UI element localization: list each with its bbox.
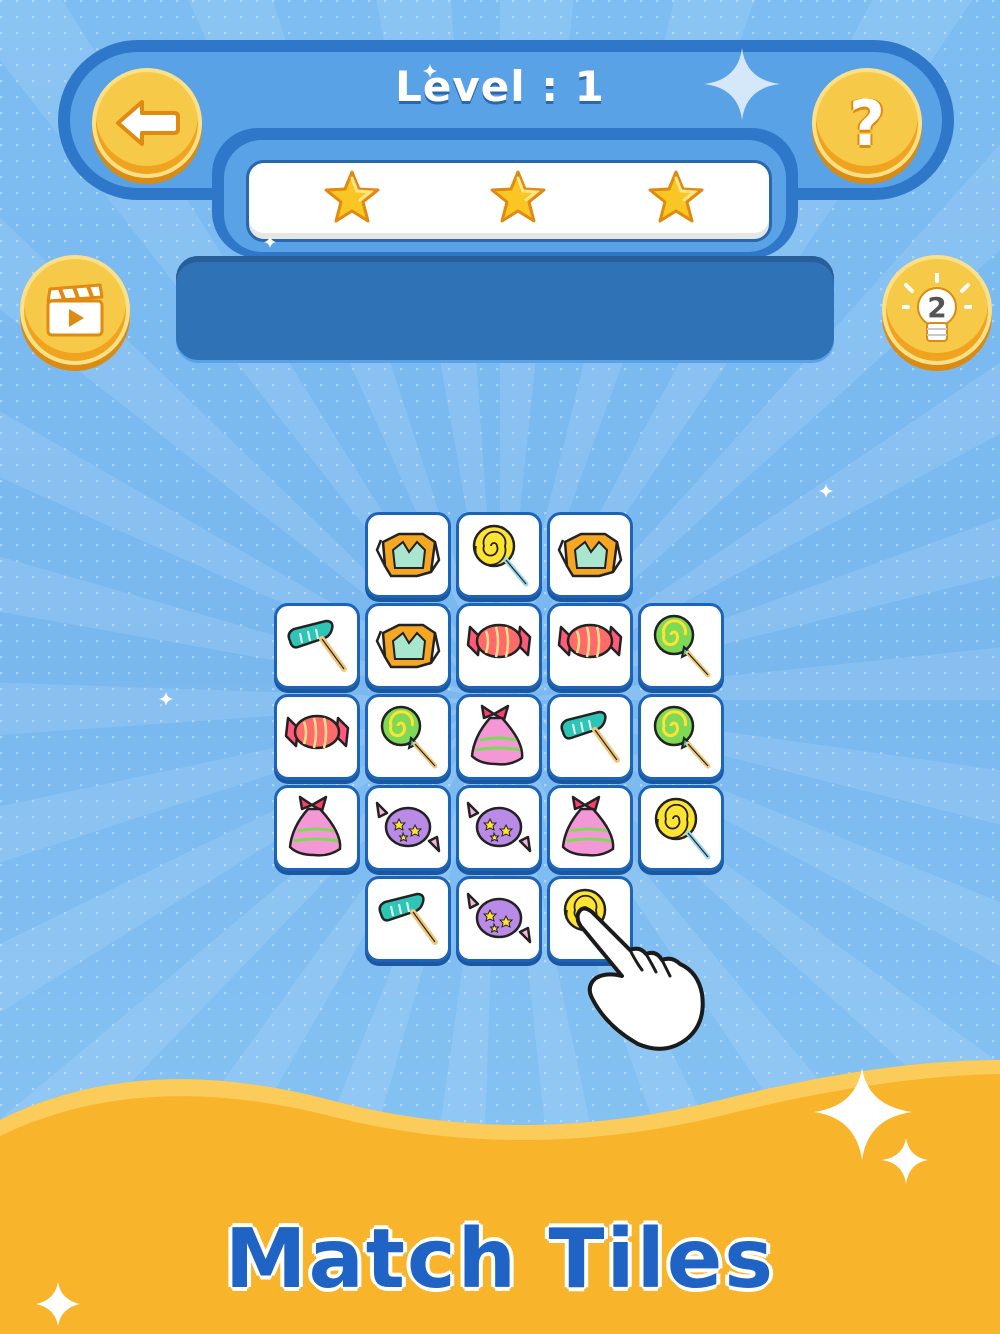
tile-striped-candy-red[interactable] bbox=[547, 603, 633, 689]
sparkle-icon bbox=[819, 484, 833, 498]
star-candy-purple-icon bbox=[466, 801, 532, 853]
tile-swirl-lollipop-yellow[interactable] bbox=[456, 512, 542, 598]
sparkle-icon bbox=[159, 692, 173, 706]
wrapped-candy-orange-icon bbox=[375, 623, 441, 669]
watch-video-button[interactable] bbox=[20, 255, 130, 365]
pointing-hand-icon bbox=[575, 906, 705, 1051]
star-icon bbox=[648, 170, 704, 223]
wrapped-candy-orange-icon bbox=[375, 532, 441, 578]
hint-count: 2 bbox=[927, 291, 946, 324]
tile-striped-candy-red[interactable] bbox=[274, 694, 360, 780]
swirl-lollipop-yellow-icon bbox=[654, 797, 711, 860]
tile-spiral-lollipop-green[interactable] bbox=[638, 603, 724, 689]
arrow-left-icon bbox=[116, 100, 180, 146]
lightbulb-icon: 2 bbox=[902, 273, 972, 342]
tile-bag-candy-pink[interactable] bbox=[456, 694, 542, 780]
spiral-lollipop-green-icon bbox=[653, 705, 711, 769]
tile-spiral-lollipop-green[interactable] bbox=[638, 694, 724, 780]
tile-striped-candy-red[interactable] bbox=[456, 603, 542, 689]
bag-candy-pink-icon bbox=[561, 795, 615, 857]
popsicle-teal-icon bbox=[378, 892, 438, 945]
striped-candy-red-icon bbox=[466, 623, 532, 659]
popsicle-teal-icon bbox=[560, 710, 620, 763]
tile-bag-candy-pink[interactable] bbox=[547, 785, 633, 871]
bag-candy-pink-icon bbox=[470, 704, 524, 766]
tile-wrapped-candy-orange[interactable] bbox=[365, 512, 451, 598]
tile-wrapped-candy-orange[interactable] bbox=[365, 603, 451, 689]
tile-popsicle-teal[interactable] bbox=[274, 603, 360, 689]
tile-wrapped-candy-orange[interactable] bbox=[547, 512, 633, 598]
answer-box bbox=[176, 256, 834, 360]
tile-bag-candy-pink[interactable] bbox=[274, 785, 360, 871]
tile-spiral-lollipop-green[interactable] bbox=[365, 694, 451, 780]
tile-star-candy-purple[interactable] bbox=[456, 785, 542, 871]
spiral-lollipop-green-icon bbox=[380, 705, 438, 769]
tile-star-candy-purple[interactable] bbox=[456, 876, 542, 962]
striped-candy-red-icon bbox=[557, 623, 623, 659]
spiral-lollipop-green-icon bbox=[653, 614, 711, 678]
tile-popsicle-teal[interactable] bbox=[547, 694, 633, 780]
star-icon bbox=[324, 170, 380, 223]
hint-button[interactable]: 2 bbox=[882, 255, 992, 365]
striped-candy-red-icon bbox=[284, 714, 350, 750]
wrapped-candy-orange-icon bbox=[557, 532, 623, 578]
popsicle-teal-icon bbox=[287, 619, 347, 672]
swirl-lollipop-yellow-icon bbox=[472, 524, 529, 587]
star-icon bbox=[490, 170, 546, 223]
clapperboard-icon bbox=[46, 283, 104, 337]
caption-title: Match Tiles bbox=[223, 1211, 776, 1309]
help-button[interactable]: ? bbox=[812, 68, 922, 178]
tile-popsicle-teal[interactable] bbox=[365, 876, 451, 962]
tile-swirl-lollipop-yellow[interactable] bbox=[638, 785, 724, 871]
tile-star-candy-purple[interactable] bbox=[365, 785, 451, 871]
bag-candy-pink-icon bbox=[288, 795, 342, 857]
back-button[interactable] bbox=[92, 68, 202, 178]
star-candy-purple-icon bbox=[375, 801, 441, 853]
star-candy-purple-icon bbox=[466, 892, 532, 944]
question-icon: ? bbox=[849, 86, 885, 160]
